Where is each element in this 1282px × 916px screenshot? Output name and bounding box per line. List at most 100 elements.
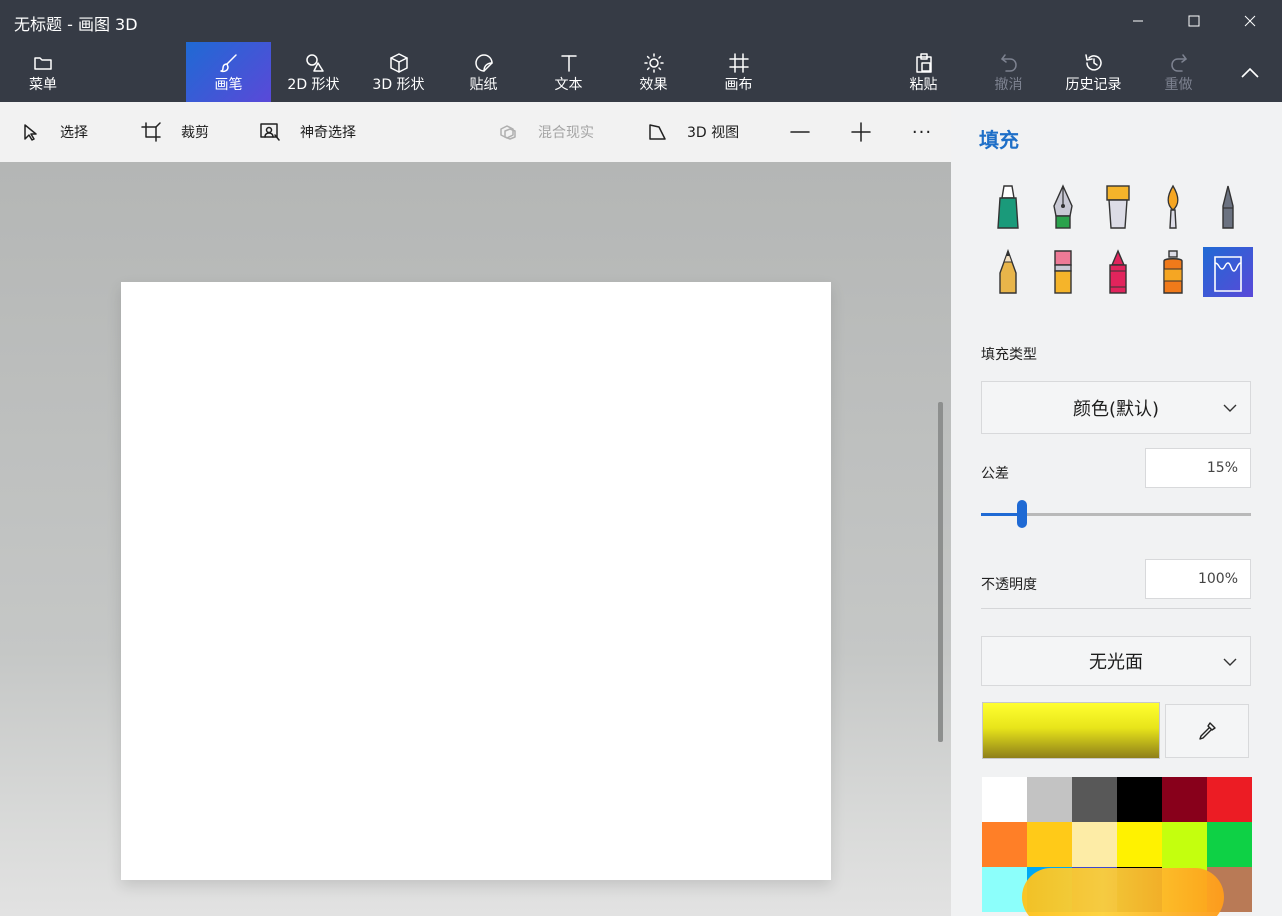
panel-divider: [981, 608, 1251, 609]
color-swatch-4[interactable]: [1162, 777, 1207, 822]
color-swatch-1[interactable]: [1027, 777, 1072, 822]
redo-icon: [1170, 54, 1187, 72]
maximize-button[interactable]: [1174, 6, 1214, 36]
redo-button[interactable]: 重做: [1136, 42, 1221, 102]
vertical-scrollbar[interactable]: [938, 402, 943, 742]
tab-label: 效果: [639, 77, 668, 93]
close-icon: [1244, 15, 1256, 27]
tab-label: 2D 形状: [287, 77, 340, 93]
workspace: [0, 162, 951, 916]
tab-2d-shapes[interactable]: 2D 形状: [271, 42, 356, 102]
paste-label: 粘贴: [909, 77, 938, 93]
text-icon: [560, 55, 577, 72]
current-color-swatch[interactable]: [982, 702, 1160, 759]
tab-effects[interactable]: 效果: [611, 42, 696, 102]
mixed-reality-icon: [500, 125, 516, 140]
tolerance-slider-thumb[interactable]: [1016, 500, 1027, 528]
minimize-icon: [1133, 20, 1143, 22]
color-swatch-12[interactable]: [982, 867, 1027, 912]
tab-text[interactable]: 文本: [526, 42, 611, 102]
minimize-button[interactable]: [1118, 6, 1158, 36]
color-swatch-0[interactable]: [982, 777, 1027, 822]
2d-shapes-icon: [305, 54, 324, 72]
undo-icon: [1000, 54, 1017, 72]
select-arrow-icon: [24, 124, 37, 141]
color-swatch-2[interactable]: [1072, 777, 1117, 822]
effects-sun-icon: [643, 53, 664, 73]
tab-canvas[interactable]: 画布: [696, 42, 781, 102]
more-options-button[interactable]: ···: [902, 102, 942, 162]
chevron-up-icon: [1241, 67, 1259, 78]
paste-button[interactable]: 粘贴: [881, 42, 966, 102]
select-label: 选择: [60, 125, 88, 141]
history-button[interactable]: 历史记录: [1051, 42, 1136, 102]
more-icon: ···: [911, 121, 933, 143]
toolbar: 选择 裁剪 神奇选择 混合现实 3D 视图 ···: [0, 102, 951, 162]
color-swatch-6[interactable]: [982, 822, 1027, 867]
crop-label: 裁剪: [181, 125, 209, 141]
close-button[interactable]: [1230, 6, 1270, 36]
fill-type-dropdown[interactable]: 颜色(默认): [981, 381, 1251, 434]
menu-button[interactable]: 菜单: [0, 42, 86, 102]
brush-fill[interactable]: [1203, 247, 1253, 297]
brush-marker[interactable]: [983, 182, 1033, 232]
3d-view-button[interactable]: 3D 视图: [647, 102, 739, 162]
brush-pixel-pen[interactable]: [1203, 182, 1253, 232]
color-swatch-8[interactable]: [1072, 822, 1117, 867]
fill-type-label: 填充类型: [981, 347, 1037, 363]
tolerance-slider-fill: [981, 513, 1022, 516]
color-swatch-5[interactable]: [1207, 777, 1252, 822]
finish-value: 无光面: [1089, 652, 1143, 673]
magic-select-label: 神奇选择: [300, 125, 356, 141]
oil-brush-icon: [1106, 185, 1130, 229]
brush-watercolor[interactable]: [1148, 182, 1198, 232]
opacity-value: 100%: [1197, 571, 1238, 587]
tab-stickers[interactable]: 贴纸: [441, 42, 526, 102]
magic-select-button[interactable]: 神奇选择: [260, 102, 356, 162]
color-swatch-9[interactable]: [1117, 822, 1162, 867]
opacity-input[interactable]: 100%: [1145, 559, 1251, 599]
brush-oil[interactable]: [1093, 182, 1143, 232]
color-swatch-10[interactable]: [1162, 822, 1207, 867]
brush-spray-can[interactable]: [1148, 247, 1198, 297]
menu-label: 菜单: [29, 77, 57, 93]
drawing-canvas[interactable]: [121, 282, 831, 880]
crop-button[interactable]: 裁剪: [141, 102, 209, 162]
tolerance-value: 15%: [1206, 460, 1238, 476]
history-label: 历史记录: [1065, 77, 1122, 93]
select-button[interactable]: 选择: [20, 102, 88, 162]
color-swatch-11[interactable]: [1207, 822, 1252, 867]
brush-pencil[interactable]: [983, 247, 1033, 297]
tab-brushes[interactable]: 画笔: [186, 42, 271, 102]
eyedropper-icon: [1199, 722, 1216, 740]
brush-eraser[interactable]: [1038, 247, 1088, 297]
side-panel: 填充 填充类型 颜色(默认) 公差 15% 不透明度 100% 无光面: [951, 102, 1282, 916]
collapse-ribbon-button[interactable]: [1230, 58, 1270, 88]
watercolor-icon: [1167, 184, 1179, 229]
redo-label: 重做: [1164, 77, 1193, 93]
minus-icon: [790, 131, 810, 133]
mixed-reality-label: 混合现实: [538, 125, 594, 141]
brush-calligraphy-pen[interactable]: [1038, 182, 1088, 232]
mixed-reality-button[interactable]: 混合现实: [498, 102, 594, 162]
tolerance-input[interactable]: 15%: [1145, 448, 1251, 488]
sticker-icon: [474, 54, 493, 72]
tab-3d-shapes[interactable]: 3D 形状: [356, 42, 441, 102]
undo-button[interactable]: 撤消: [966, 42, 1051, 102]
color-swatch-7[interactable]: [1027, 822, 1072, 867]
3d-view-label: 3D 视图: [687, 125, 740, 141]
panel-title: 填充: [979, 128, 1019, 152]
pencil-icon: [999, 249, 1017, 294]
tab-label: 3D 形状: [372, 77, 425, 93]
tab-label: 画笔: [214, 77, 243, 93]
eyedropper-button[interactable]: [1165, 704, 1249, 758]
color-swatch-3[interactable]: [1117, 777, 1162, 822]
spray-can-icon: [1163, 250, 1183, 294]
zoom-out-button[interactable]: [780, 102, 820, 162]
brush-icon: [219, 54, 237, 73]
finish-dropdown[interactable]: 无光面: [981, 636, 1251, 686]
marker-icon: [997, 185, 1019, 229]
zoom-in-button[interactable]: [841, 102, 881, 162]
calligraphy-pen-icon: [1053, 184, 1073, 229]
brush-crayon[interactable]: [1093, 247, 1143, 297]
